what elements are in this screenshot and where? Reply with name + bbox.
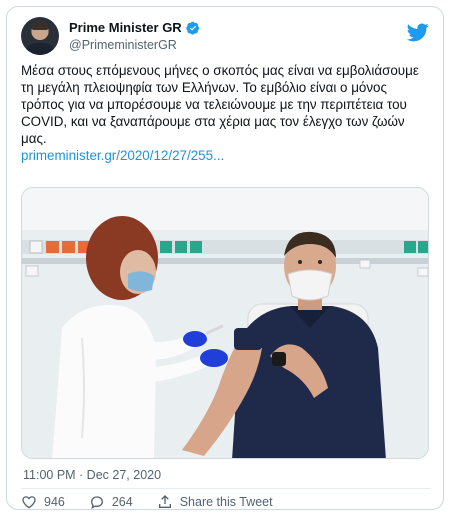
vaccination-photo [22,188,428,458]
share-label: Share this Tweet [179,495,273,509]
share-button[interactable]: Share this Tweet [157,494,273,509]
tweet-actions: 946 264 Share this Tweet [21,492,431,509]
reply-icon [90,496,103,509]
author-name-row[interactable]: Prime Minister GR [69,20,200,35]
tweet-photo[interactable] [21,187,429,459]
tweet-header: Prime Minister GR @PrimeministerGR [21,17,431,57]
like-count: 946 [44,495,65,509]
tweet-text: Μέσα στους επόμενους μήνες ο σκοπός μας … [21,63,419,146]
tweet-link[interactable]: primeminister.gr/2020/12/27/255... [21,147,431,164]
tweet-body: Μέσα στους επόμενους μήνες ο σκοπός μας … [21,62,431,164]
like-button[interactable]: 946 [21,494,65,509]
tweet-card: Prime Minister GR @PrimeministerGR Μέσα … [6,6,444,510]
heart-icon [22,496,36,509]
verified-badge-icon [185,21,199,35]
avatar[interactable] [21,17,59,55]
author-name[interactable]: Prime Minister GR [69,20,182,35]
tweet-timestamp[interactable]: 11:00 PM · Dec 27, 2020 [23,468,161,482]
twitter-bird-icon[interactable] [407,21,429,43]
reply-button[interactable]: 264 [89,494,133,509]
divider [21,488,431,489]
reply-count: 264 [111,495,133,509]
share-icon [158,495,171,508]
author-handle[interactable]: @PrimeministerGR [69,38,177,52]
